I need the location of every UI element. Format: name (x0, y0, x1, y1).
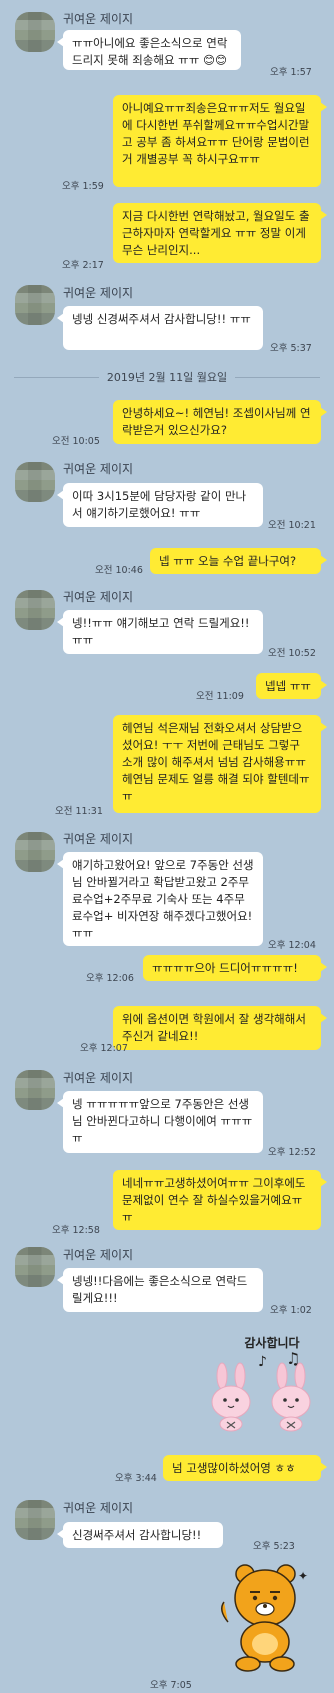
message-time: 오전 11:31 (55, 806, 103, 817)
chat-room: 귀여운 제이지 ㅠㅠ아니에요 좋은소식으로 연락드리지 못해 죄송해요 ㅠㅠ 😊… (0, 0, 334, 1693)
message-time: 오후 5:23 (253, 1541, 295, 1552)
date-divider-label: 2019년 2월 11일 월요일 (106, 371, 228, 384)
message-time: 오전 10:05 (52, 436, 100, 447)
contact-name: 귀여운 제이지 (63, 832, 134, 846)
message-bubble[interactable]: 얘기하고왔어요! 앞으로 7주동안 선생님 안바뀔거라고 확답받고왔고 2주무료… (57, 852, 263, 946)
svg-text:♪: ♪ (258, 1354, 267, 1370)
bunny-sticker[interactable]: 감사합니다 ♪ ♫ (204, 1330, 329, 1435)
contact-avatar[interactable] (15, 285, 55, 325)
contact-name: 귀여운 제이지 (63, 1501, 134, 1515)
message-bubble[interactable]: 넹!!ㅠㅠ 얘기해보고 연락 드릴게요!! ㅠㅠ (57, 610, 263, 654)
message-time: 오후 1:57 (270, 67, 312, 78)
contact-name: 귀여운 제이지 (63, 286, 134, 300)
message-time: 오후 12:52 (268, 1147, 316, 1158)
message-time: 오후 12:58 (52, 1225, 100, 1236)
message-time: 오후 7:05 (150, 1680, 192, 1691)
message-time: 오전 10:21 (268, 520, 316, 531)
message-bubble[interactable]: 넵넵 ㅠㅠ (256, 673, 327, 699)
message-time: 오후 12:06 (86, 973, 134, 984)
contact-avatar[interactable] (15, 832, 55, 872)
message-bubble[interactable]: 지금 다시한번 연락해놨고, 월요일도 출근하자마자 연락할게요 ㅠㅠ 정말 이… (113, 203, 327, 263)
contact-name: 귀여운 제이지 (63, 1248, 134, 1262)
svg-text:✦: ✦ (298, 1569, 308, 1583)
divider-line (14, 376, 99, 378)
message-bubble[interactable]: 네네ㅠㅠ고생하셨어여ㅠㅠ 그이후에도 문제없이 연수 잘 하실수있을거예요ㅠㅠ (113, 1170, 327, 1230)
message-time: 오후 3:44 (115, 1473, 157, 1484)
contact-avatar[interactable] (15, 1070, 55, 1110)
message-time: 오후 1:59 (62, 181, 104, 192)
contact-name: 귀여운 제이지 (63, 1071, 134, 1085)
message-bubble[interactable]: 넘 고생많이하셨어영 ㅎㅎ (163, 1455, 327, 1481)
message-bubble[interactable]: 넹넹 신경써주셔서 감사합니당!! ㅠㅠ (57, 306, 263, 350)
message-time: 오전 11:09 (196, 691, 244, 702)
sticker-caption: 감사합니다 (244, 1335, 299, 1350)
message-time: 오후 5:37 (270, 343, 312, 354)
message-bubble[interactable]: 넹 ㅠㅠㅠㅠㅠ앞으로 7주동안은 선생님 안바뀐다고하니 다행이에여 ㅠㅠㅠㅠ (57, 1091, 263, 1153)
message-bubble[interactable]: 이따 3시15분에 담당자랑 같이 만나서 얘기하기로했어요! ㅠㅠ (57, 483, 263, 527)
divider-line (235, 376, 321, 378)
message-bubble[interactable]: 신경써주셔서 감사합니당!! (57, 1522, 223, 1548)
date-divider: 2019년 2월 11일 월요일 (14, 370, 321, 384)
message-time: 오후 1:02 (270, 1305, 312, 1316)
message-bubble[interactable]: 위에 옵션이면 학원에서 잘 생각해해서 주신거 같네요!! (113, 1006, 327, 1050)
contact-avatar[interactable] (15, 590, 55, 630)
contact-avatar[interactable] (15, 12, 55, 52)
message-bubble[interactable]: 넹넹!!다음에는 좋은소식으로 연락드릴게요!!! (57, 1268, 263, 1312)
message-time: 오후 12:04 (268, 940, 316, 951)
message-bubble[interactable]: ㅠㅠ아니에요 좋은소식으로 연락드리지 못해 죄송해요 ㅠㅠ 😊😊 (57, 30, 241, 70)
message-time: 오후 2:17 (62, 260, 104, 271)
bear-sticker[interactable]: ✦ (210, 1560, 320, 1675)
message-bubble[interactable]: 안녕하세요~! 헤연님! 조셉이사님께 연락받은거 있으신가요? (113, 400, 327, 444)
message-bubble[interactable]: 헤연님 석은재님 전화오셔서 상담받으셨어요! ㅜㅜ 저번에 근태님도 그렇구 … (113, 715, 327, 813)
message-time: 오전 10:46 (95, 565, 143, 576)
message-bubble[interactable]: 아니예요ㅠㅠ죄송은요ㅠㅠ저도 월요일에 다시한번 푸쉬할께요ㅠㅠ수업시간말고 공… (113, 95, 327, 187)
contact-avatar[interactable] (15, 1500, 55, 1540)
contact-name: 귀여운 제이지 (63, 462, 134, 476)
contact-avatar[interactable] (15, 1247, 55, 1287)
contact-name: 귀여운 제이지 (63, 590, 134, 604)
contact-name: 귀여운 제이지 (63, 12, 134, 26)
message-bubble[interactable]: 넵 ㅠㅠ 오늘 수업 끝나구여? (150, 548, 327, 574)
message-bubble[interactable]: ㅠㅠㅠㅠ으아 드디어ㅠㅠㅠㅠ! (143, 955, 327, 981)
message-time: 오후 12:07 (80, 1043, 128, 1054)
message-time: 오전 10:52 (268, 648, 316, 659)
contact-avatar[interactable] (15, 462, 55, 502)
